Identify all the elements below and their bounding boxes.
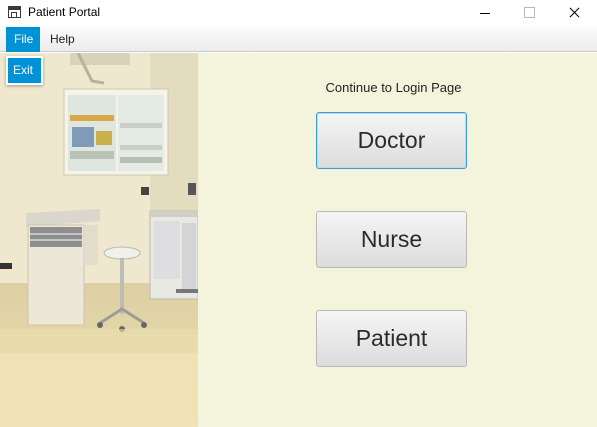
menu-item-exit[interactable]: Exit (8, 58, 41, 83)
clinic-room-photo (0, 53, 198, 427)
close-icon[interactable] (551, 0, 597, 26)
menu-file[interactable]: File (6, 27, 40, 52)
doctor-button[interactable]: Doctor (316, 112, 467, 169)
menu-bar: File Help (0, 27, 597, 52)
login-selection-panel: Continue to Login Page Doctor Nurse Pati… (198, 53, 597, 427)
minimize-icon[interactable] (462, 0, 508, 26)
clinic-room-illustration (0, 53, 198, 427)
patient-button[interactable]: Patient (316, 310, 467, 367)
login-prompt-label: Continue to Login Page (325, 80, 462, 95)
menu-help[interactable]: Help (42, 27, 83, 52)
app-window-icon (8, 6, 21, 18)
title-bar: Patient Portal (0, 0, 597, 26)
maximize-icon[interactable] (506, 0, 552, 26)
window-title: Patient Portal (28, 5, 101, 19)
file-menu-dropdown: Exit (6, 56, 43, 85)
nurse-button[interactable]: Nurse (316, 211, 467, 268)
